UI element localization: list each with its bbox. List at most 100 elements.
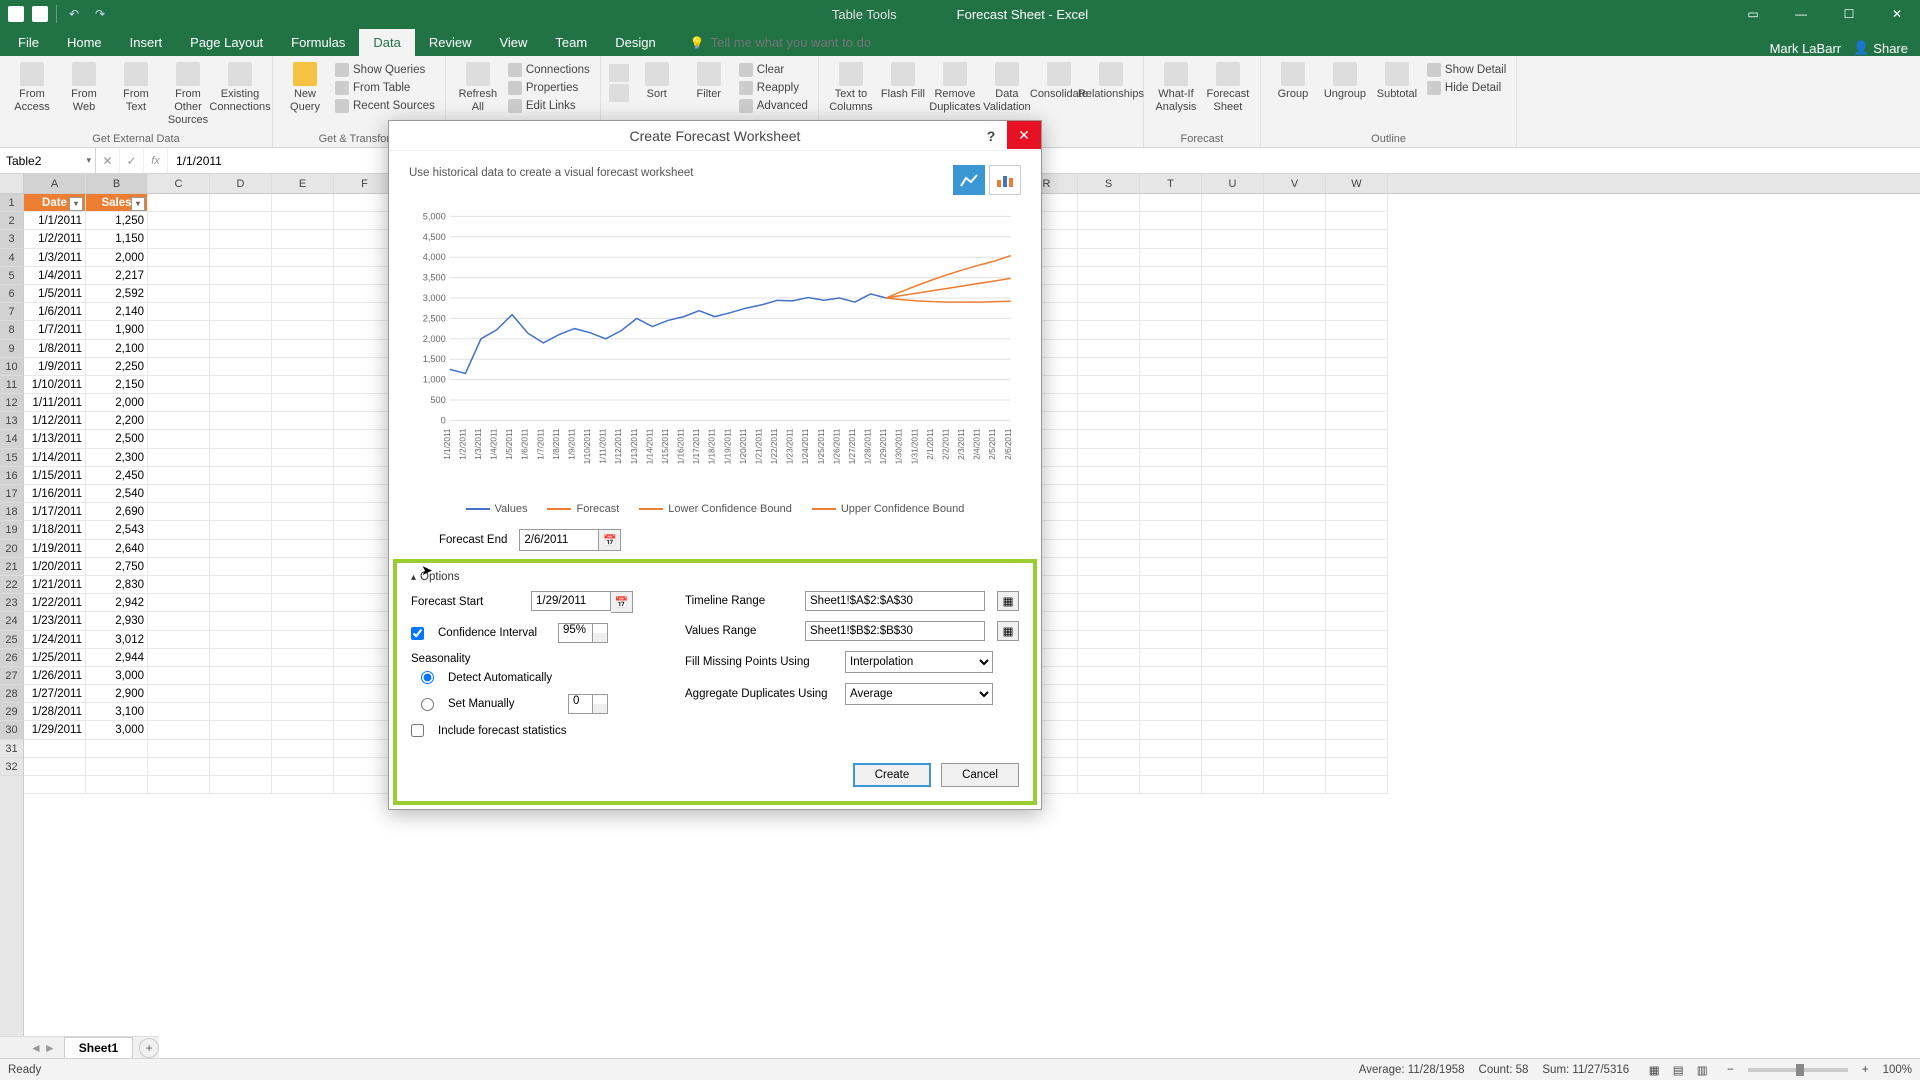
cell[interactable]: 1/5/2011 xyxy=(24,285,86,303)
flash-fill-button[interactable]: Flash Fill xyxy=(879,60,927,103)
row-header[interactable]: 19 xyxy=(0,521,23,539)
refresh-all-button[interactable]: Refresh All xyxy=(454,60,502,116)
manual-spinner[interactable]: 0 xyxy=(568,694,608,714)
row-header[interactable]: 21 xyxy=(0,558,23,576)
close-icon[interactable]: ✕ xyxy=(1874,0,1920,28)
ci-spinner[interactable]: 95% xyxy=(558,623,608,643)
options-toggle[interactable]: ▴ Options xyxy=(411,571,1019,583)
show-detail-button[interactable]: Show Detail xyxy=(1425,62,1508,78)
from-table-button[interactable]: From Table xyxy=(333,80,437,96)
dialog-close-icon[interactable]: ✕ xyxy=(1007,121,1041,149)
page-break-icon[interactable]: ▥ xyxy=(1691,1061,1713,1079)
ribbon-display-icon[interactable]: ▭ xyxy=(1730,0,1776,28)
zoom-out-icon[interactable]: − xyxy=(1727,1064,1734,1076)
cell[interactable]: 1/9/2011 xyxy=(24,358,86,376)
cell[interactable]: 2,543 xyxy=(86,521,148,539)
help-icon[interactable]: ? xyxy=(977,122,1005,150)
row-header[interactable]: 16 xyxy=(0,467,23,485)
calendar-icon[interactable]: 📅 xyxy=(599,529,621,551)
text-to-columns-button[interactable]: Text to Columns xyxy=(827,60,875,116)
add-sheet-button[interactable]: + xyxy=(139,1038,159,1058)
undo-icon[interactable]: ↶ xyxy=(65,5,83,23)
cell[interactable]: 2,930 xyxy=(86,612,148,630)
row-header[interactable]: 18 xyxy=(0,503,23,521)
zoom-in-icon[interactable]: + xyxy=(1862,1064,1869,1076)
connections-button[interactable]: Connections xyxy=(506,62,592,78)
row-header[interactable]: 32 xyxy=(0,758,23,776)
column-header[interactable]: D xyxy=(210,174,272,193)
row-header[interactable]: 14 xyxy=(0,430,23,448)
column-header[interactable]: V xyxy=(1264,174,1326,193)
column-header[interactable]: A xyxy=(24,174,86,193)
row-header[interactable]: 27 xyxy=(0,667,23,685)
from-web-button[interactable]: From Web xyxy=(60,60,108,116)
row-header[interactable]: 26 xyxy=(0,649,23,667)
row-header[interactable]: 13 xyxy=(0,412,23,430)
column-header[interactable]: S xyxy=(1078,174,1140,193)
sheet-nav-prev-icon[interactable]: ◄ xyxy=(30,1041,42,1055)
page-layout-icon[interactable]: ▤ xyxy=(1667,1061,1689,1079)
row-header[interactable]: 22 xyxy=(0,576,23,594)
row-header[interactable]: 12 xyxy=(0,394,23,412)
normal-view-icon[interactable]: ▦ xyxy=(1643,1061,1665,1079)
show-queries-button[interactable]: Show Queries xyxy=(333,62,437,78)
cell[interactable]: 1/26/2011 xyxy=(24,667,86,685)
cell[interactable]: 1/8/2011 xyxy=(24,340,86,358)
save-icon[interactable] xyxy=(32,6,48,22)
from-other-button[interactable]: From Other Sources xyxy=(164,60,212,130)
cell[interactable]: 2,830 xyxy=(86,576,148,594)
cell[interactable]: 1/23/2011 xyxy=(24,612,86,630)
cell[interactable]: 2,100 xyxy=(86,340,148,358)
redo-icon[interactable]: ↷ xyxy=(91,5,109,23)
timeline-range-input[interactable] xyxy=(805,591,985,611)
consolidate-button[interactable]: Consolidate xyxy=(1035,60,1083,103)
cell[interactable]: 1/12/2011 xyxy=(24,412,86,430)
row-header[interactable]: 30 xyxy=(0,721,23,739)
range-picker-icon[interactable]: ▦ xyxy=(997,621,1019,641)
cell[interactable]: 2,500 xyxy=(86,430,148,448)
cell[interactable]: 1/4/2011 xyxy=(24,267,86,285)
cell[interactable]: 2,750 xyxy=(86,558,148,576)
dialog-titlebar[interactable]: Create Forecast Worksheet ? ✕ xyxy=(389,121,1041,151)
column-header[interactable]: B xyxy=(86,174,148,193)
row-header[interactable]: 20 xyxy=(0,540,23,558)
user-name[interactable]: Mark LaBarr xyxy=(1770,41,1842,56)
column-header[interactable]: F xyxy=(334,174,396,193)
tab-data[interactable]: Data xyxy=(359,29,414,56)
row-header[interactable]: 25 xyxy=(0,631,23,649)
cell[interactable]: 2,640 xyxy=(86,540,148,558)
cell[interactable]: 2,900 xyxy=(86,685,148,703)
cell[interactable]: 1/11/2011 xyxy=(24,394,86,412)
cell[interactable]: 3,000 xyxy=(86,721,148,739)
existing-conn-button[interactable]: Existing Connections xyxy=(216,60,264,116)
what-if-button[interactable]: What-If Analysis xyxy=(1152,60,1200,116)
select-all-corner[interactable] xyxy=(0,174,23,194)
column-header[interactable]: E xyxy=(272,174,334,193)
row-header[interactable]: 7 xyxy=(0,303,23,321)
tab-view[interactable]: View xyxy=(485,29,541,56)
detect-auto-radio[interactable] xyxy=(421,671,434,684)
fill-missing-select[interactable]: Interpolation xyxy=(845,651,993,673)
row-header[interactable]: 6 xyxy=(0,285,23,303)
remove-dup-button[interactable]: Remove Duplicates xyxy=(931,60,979,116)
zoom-level[interactable]: 100% xyxy=(1883,1064,1912,1076)
tab-file[interactable]: File xyxy=(4,29,53,56)
set-manually-radio[interactable] xyxy=(421,698,434,711)
cell[interactable]: 1/28/2011 xyxy=(24,703,86,721)
cell[interactable]: 2,000 xyxy=(86,394,148,412)
row-header[interactable]: 24 xyxy=(0,612,23,630)
maximize-icon[interactable]: ☐ xyxy=(1826,0,1872,28)
values-range-input[interactable] xyxy=(805,621,985,641)
forecast-end-input[interactable] xyxy=(519,529,599,551)
from-text-button[interactable]: From Text xyxy=(112,60,160,116)
row-header[interactable]: 9 xyxy=(0,340,23,358)
fx-icon[interactable]: fx xyxy=(144,148,168,173)
table-header[interactable]: Date xyxy=(24,194,86,212)
tell-me-input[interactable] xyxy=(711,35,931,50)
ungroup-button[interactable]: Ungroup xyxy=(1321,60,1369,103)
cell[interactable]: 2,000 xyxy=(86,249,148,267)
cell[interactable]: 1/13/2011 xyxy=(24,430,86,448)
row-header[interactable]: 31 xyxy=(0,740,23,758)
cell[interactable]: 1/18/2011 xyxy=(24,521,86,539)
subtotal-button[interactable]: Subtotal xyxy=(1373,60,1421,103)
